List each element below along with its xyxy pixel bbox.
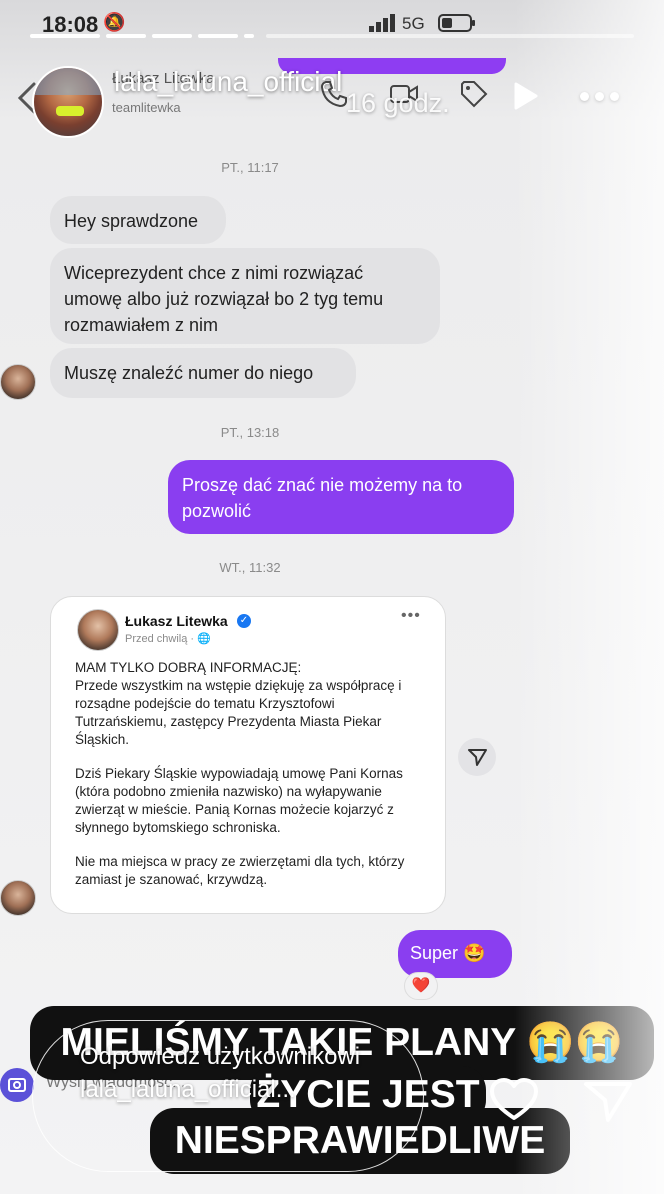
- signal-icon: [369, 14, 395, 32]
- message-outgoing[interactable]: Super 🤩: [398, 930, 512, 978]
- story-username[interactable]: lala_laluna_official: [114, 66, 342, 98]
- heart-reaction[interactable]: ❤️: [404, 972, 438, 1000]
- sender-avatar[interactable]: [0, 880, 36, 916]
- message-incoming[interactable]: Hey sprawdzone: [50, 196, 226, 244]
- header: Łukasz Litewka teamlitewka lala_laluna_o…: [0, 58, 664, 150]
- story-progress: [30, 34, 634, 38]
- camera-icon[interactable]: [0, 1068, 34, 1102]
- timestamp: WT., 11:32: [219, 560, 281, 575]
- play-icon[interactable]: [508, 80, 540, 112]
- post-paragraph: Dziś Piekary Śląskie wypowiadają umowę P…: [75, 766, 403, 835]
- sender-avatar[interactable]: [0, 364, 36, 400]
- post-paragraph: Nie ma miejsca w pracy ze zwierzętami dl…: [75, 854, 405, 887]
- post-meta: Przed chwilą · 🌐: [125, 633, 211, 645]
- reply-placeholder[interactable]: Odpowiedz użytkownikowi lala_laluna_offi…: [80, 1040, 380, 1106]
- more-options-icon[interactable]: [580, 88, 632, 102]
- shared-post[interactable]: Łukasz Litewka ✓ Przed chwilą · 🌐 ••• MA…: [50, 596, 446, 914]
- message-outgoing[interactable]: Proszę dać znać nie możemy na to pozwoli…: [168, 460, 514, 534]
- verified-badge-icon: ✓: [237, 614, 251, 628]
- message-incoming[interactable]: Muszę znaleźć numer do niego: [50, 348, 356, 398]
- network-label: 5G: [402, 14, 425, 33]
- story-screen: 18:08 🔕 5G Łukasz Litewka teamlitewka la…: [0, 0, 664, 1194]
- tag-icon[interactable]: [458, 78, 490, 110]
- message-incoming[interactable]: Wiceprezydent chce z nimi rozwiązać umow…: [50, 248, 440, 344]
- bell-off-icon: 🔕: [103, 12, 126, 32]
- contact-handle: teamlitewka: [112, 100, 181, 115]
- timestamp: PT., 13:18: [220, 425, 280, 440]
- timestamp: PT., 11:17: [221, 160, 279, 175]
- battery-icon: [438, 14, 475, 32]
- post-author: Łukasz Litewka: [125, 613, 228, 629]
- heart-icon[interactable]: [486, 1072, 542, 1128]
- post-text: MAM TYLKO DOBRĄ INFORMACJĘ: Przede wszys…: [75, 659, 425, 905]
- post-more-icon[interactable]: •••: [401, 607, 421, 625]
- story-time: 16 godz.: [346, 88, 450, 118]
- post-author-avatar: [77, 609, 119, 651]
- story-avatar[interactable]: [32, 66, 104, 138]
- post-paragraph: MAM TYLKO DOBRĄ INFORMACJĘ: Przede wszys…: [75, 660, 402, 747]
- share-icon[interactable]: [458, 738, 496, 776]
- send-icon[interactable]: [580, 1072, 636, 1128]
